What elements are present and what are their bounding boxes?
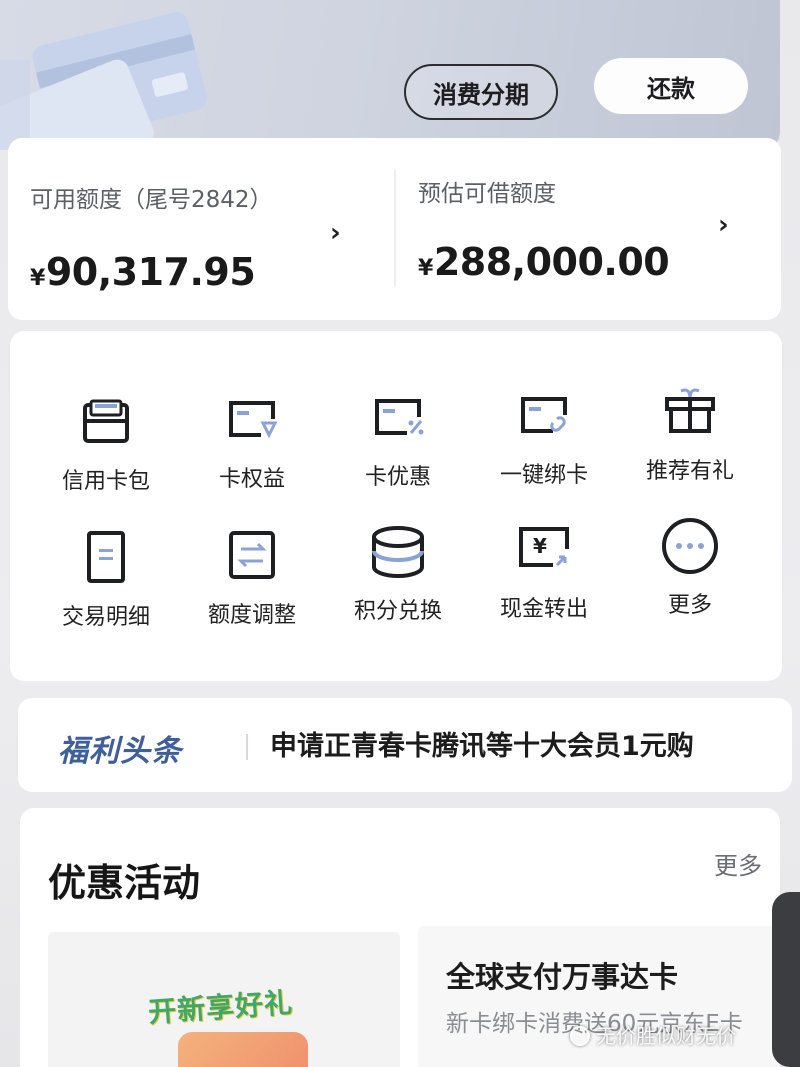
promo-banner-text: 开新享好礼 [147, 985, 295, 1030]
card-header-banner: 消费分期 还款 [0, 0, 780, 150]
service-limit-adjust[interactable]: 额度调整 [182, 525, 322, 645]
more-dots-icon [662, 518, 718, 574]
coin-stack-icon [372, 526, 424, 578]
service-label: 推荐有礼 [645, 459, 734, 484]
installment-button[interactable]: 消费分期 [404, 64, 558, 120]
swap-arrows-icon [229, 531, 275, 579]
watermark-logo-icon [570, 1026, 590, 1046]
service-label: 信用卡包 [61, 469, 150, 494]
service-label: 交易明细 [61, 605, 150, 630]
service-transaction-detail[interactable]: 交易明细 [36, 527, 176, 647]
gift-box-illustration [178, 1032, 308, 1067]
service-referral-gift[interactable]: 推荐有礼 [620, 381, 760, 501]
promo-card-new-card-gift[interactable]: 开新享好礼 [48, 932, 400, 1067]
credit-limit-card: 可用额度（尾号2842） › ¥90,317.95 预估可借额度 › ¥288,… [8, 138, 781, 320]
welfare-headline-bar[interactable]: 福利头条 申请正青春卡腾讯等十大会员1元购 [18, 698, 792, 792]
service-card-wallet[interactable]: 信用卡包 [36, 391, 176, 511]
card-link-icon [521, 397, 567, 433]
service-bind-card[interactable]: 一键绑卡 [474, 385, 614, 505]
service-label: 卡权益 [218, 467, 285, 492]
cash-transfer-icon: ¥ [519, 527, 569, 567]
available-limit-amount: ¥90,317.95 [30, 250, 256, 294]
card-benefit-icon [229, 401, 278, 439]
card-discount-icon [375, 399, 424, 435]
available-limit-chevron-icon[interactable]: › [330, 218, 341, 248]
promotions-more-link[interactable]: 更多 [714, 846, 762, 881]
promotions-title: 优惠活动 [48, 861, 201, 905]
side-float-tab[interactable] [772, 892, 800, 1067]
borrow-limit-chevron-icon[interactable]: › [718, 210, 729, 240]
borrow-limit-label: 预估可借额度 [418, 181, 556, 207]
service-grid: 信用卡包 卡权益 卡优惠 一键绑卡 推荐有礼 交易明细 额度调整 积分兑换 ¥ … [10, 331, 782, 681]
document-icon [87, 531, 125, 583]
service-cash-out[interactable]: ¥ 现金转出 [474, 519, 614, 639]
news-divider [246, 734, 248, 760]
service-label: 额度调整 [207, 603, 296, 628]
service-label: 一键绑卡 [499, 463, 588, 488]
welfare-tag: 福利头条 [58, 734, 182, 769]
service-label: 现金转出 [499, 597, 588, 622]
service-label: 更多 [667, 593, 712, 618]
borrow-limit-amount: ¥288,000.00 [418, 240, 670, 284]
repay-button[interactable]: 还款 [594, 58, 748, 114]
service-label: 积分兑换 [353, 599, 442, 624]
svg-text:¥: ¥ [533, 534, 547, 558]
gift-icon [665, 388, 715, 433]
watermark: 无价胜似财无价 [570, 1020, 736, 1049]
credit-card-illustration [0, 12, 207, 150]
service-label: 卡优惠 [364, 465, 431, 490]
service-card-benefit[interactable]: 卡权益 [182, 389, 322, 509]
service-more[interactable]: 更多 [620, 515, 760, 635]
credit-divider [394, 170, 396, 286]
promo-card-title: 全球支付万事达卡 [446, 960, 679, 994]
available-limit-label: 可用额度（尾号2842） [30, 187, 273, 213]
service-points-exchange[interactable]: 积分兑换 [328, 521, 468, 641]
service-card-discount[interactable]: 卡优惠 [328, 387, 468, 507]
card-wallet-icon [83, 399, 129, 443]
welfare-headline-text[interactable]: 申请正青春卡腾讯等十大会员1元购 [270, 724, 694, 763]
